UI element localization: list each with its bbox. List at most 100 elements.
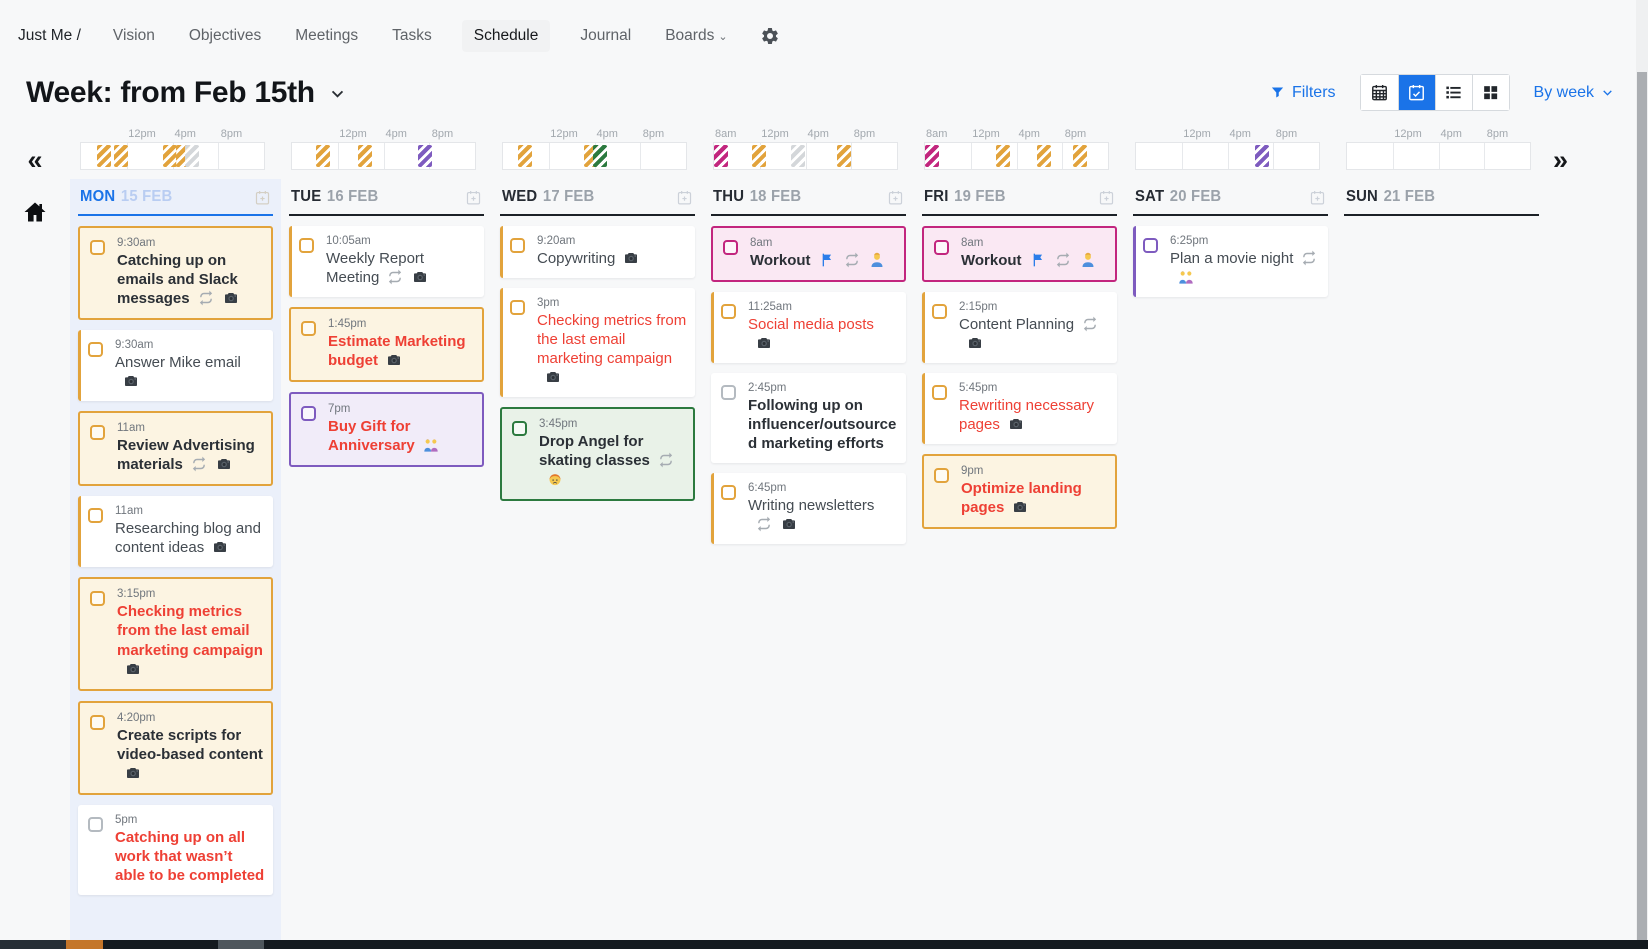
week-title-dropdown[interactable]: Week: from Feb 15th — [26, 76, 346, 110]
timeline-strip[interactable] — [80, 142, 265, 170]
task-card[interactable]: 9:30amAnswer Mike email — [78, 330, 273, 401]
previous-week-button[interactable]: « — [27, 147, 42, 174]
tick-label: 12pm — [339, 128, 367, 140]
task-card[interactable]: 5pmCatching up on all work that wasn’t a… — [78, 805, 273, 895]
vertical-scrollbar[interactable] — [1636, 0, 1648, 949]
task-card[interactable]: 3:15pmChecking metrics from the last ema… — [78, 577, 273, 690]
task-card[interactable]: 9:20amCopywriting — [500, 226, 695, 278]
task-card[interactable]: 9:30amCatching up on emails and Slack me… — [78, 226, 273, 320]
timeline-strip[interactable] — [291, 142, 476, 170]
task-card[interactable]: 11amReview Advertising materials — [78, 411, 273, 486]
task-checkbox[interactable] — [90, 715, 105, 730]
add-task-calendar-icon[interactable] — [465, 189, 482, 206]
view-button-calendar-grid[interactable] — [1361, 75, 1398, 110]
task-body: 11amReview Advertising materials — [117, 422, 263, 474]
task-checkbox[interactable] — [510, 238, 525, 253]
day-header: SAT20 FEB — [1133, 179, 1328, 216]
view-button-calendar-check[interactable] — [1398, 75, 1435, 110]
timeline-strip[interactable] — [502, 142, 687, 170]
task-card[interactable]: 11:25amSocial media posts — [711, 292, 906, 363]
day-date: 21 FEB — [1384, 188, 1436, 206]
task-body: 8amWorkout — [961, 237, 1107, 270]
task-card[interactable]: 6:25pmPlan a movie night — [1133, 226, 1328, 297]
nav-item-tasks[interactable]: Tasks — [388, 20, 436, 52]
task-checkbox[interactable] — [721, 385, 736, 400]
add-task-calendar-icon[interactable] — [254, 189, 271, 206]
nav-item-journal[interactable]: Journal — [576, 20, 635, 52]
task-title-text: Following up on influencer/outsourced ma… — [748, 397, 896, 452]
task-card[interactable]: 3:45pmDrop Angel for skating classes — [500, 407, 695, 501]
task-checkbox[interactable] — [299, 238, 314, 253]
task-card[interactable]: 1:45pmEstimate Marketing budget — [289, 307, 484, 382]
task-body: 7pmBuy Gift for Anniversary — [328, 403, 474, 455]
task-card[interactable]: 8amWorkout — [922, 226, 1117, 282]
task-checkbox[interactable] — [934, 468, 949, 483]
tick-label: 12pm — [128, 128, 156, 140]
task-checkbox[interactable] — [90, 425, 105, 440]
task-checkbox[interactable] — [90, 240, 105, 255]
task-checkbox[interactable] — [1143, 238, 1158, 253]
home-icon[interactable] — [22, 200, 48, 229]
task-checkbox[interactable] — [723, 240, 738, 255]
day-header: THU18 FEB — [711, 179, 906, 216]
task-card[interactable]: 2:15pmContent Planning — [922, 292, 1117, 363]
settings-gear-icon[interactable] — [760, 26, 780, 46]
add-task-calendar-icon[interactable] — [1309, 189, 1326, 206]
hscroll-thumb[interactable] — [218, 940, 264, 949]
task-card[interactable]: 6:45pmWriting newsletters — [711, 473, 906, 544]
view-button-grid-view[interactable] — [1472, 75, 1509, 110]
task-checkbox[interactable] — [301, 321, 316, 336]
task-checkbox[interactable] — [90, 591, 105, 606]
workspace-context[interactable]: Just Me / — [18, 27, 81, 45]
task-card[interactable]: 3pmChecking metrics from the last email … — [500, 288, 695, 397]
task-checkbox[interactable] — [512, 421, 527, 436]
nav-item-meetings[interactable]: Meetings — [291, 20, 362, 52]
task-card[interactable]: 7pmBuy Gift for Anniversary — [289, 392, 484, 467]
tick-label: 8pm — [854, 128, 875, 140]
task-checkbox[interactable] — [932, 385, 947, 400]
timeline-strip[interactable] — [924, 142, 1109, 170]
task-title-text: Content Planning — [959, 316, 1074, 333]
nav-item-boards[interactable]: Boards⌄ — [661, 20, 731, 52]
task-card[interactable]: 2:45pmFollowing up on influencer/outsour… — [711, 373, 906, 463]
timeline-strip[interactable] — [1346, 142, 1531, 170]
task-body: 9:30amAnswer Mike email — [115, 339, 265, 391]
task-checkbox[interactable] — [88, 342, 103, 357]
task-card[interactable]: 8amWorkout — [711, 226, 906, 282]
day-column-wed: 12pm4pm8pmWED17 FEB9:20amCopywriting3pmC… — [492, 125, 703, 931]
task-checkbox[interactable] — [88, 508, 103, 523]
range-selector[interactable]: By week — [1534, 84, 1614, 102]
task-checkbox[interactable] — [721, 304, 736, 319]
day-column-fri: 8am12pm4pm8pmFRI19 FEB8amWorkout2:15pmCo… — [914, 125, 1125, 931]
task-checkbox[interactable] — [301, 406, 316, 421]
task-card[interactable]: 9pmOptimize landing pages — [922, 454, 1117, 529]
view-button-list-view[interactable] — [1435, 75, 1472, 110]
filters-button[interactable]: Filters — [1270, 84, 1336, 102]
task-checkbox[interactable] — [510, 300, 525, 315]
horizontal-scrollbar[interactable] — [0, 940, 1648, 949]
task-card[interactable]: 4:20pmCreate scripts for video-based con… — [78, 701, 273, 795]
task-card[interactable]: 11amResearching blog and content ideas — [78, 496, 273, 567]
task-checkbox[interactable] — [934, 240, 949, 255]
task-checkbox[interactable] — [88, 817, 103, 832]
task-title: Checking metrics from the last email mar… — [117, 602, 263, 678]
next-week-button[interactable]: » — [1553, 147, 1568, 174]
nav-item-schedule[interactable]: Schedule — [462, 20, 551, 52]
task-checkbox[interactable] — [721, 485, 736, 500]
vertical-scrollbar-thumb[interactable] — [1637, 72, 1647, 941]
timeline-strip[interactable] — [713, 142, 898, 170]
task-card[interactable]: 10:05amWeekly Report Meeting — [289, 226, 484, 297]
add-task-calendar-icon[interactable] — [676, 189, 693, 206]
green-timeline-bar — [593, 145, 607, 167]
right-rail: » — [1547, 125, 1603, 931]
task-checkbox[interactable] — [932, 304, 947, 319]
camera-icon — [122, 373, 140, 389]
nav-item-objectives[interactable]: Objectives — [185, 20, 265, 52]
add-task-calendar-icon[interactable] — [887, 189, 904, 206]
task-title: Researching blog and content ideas — [115, 519, 265, 557]
task-title-text: Writing newsletters — [748, 497, 874, 514]
timeline-strip[interactable] — [1135, 142, 1320, 170]
add-task-calendar-icon[interactable] — [1098, 189, 1115, 206]
nav-item-vision[interactable]: Vision — [109, 20, 159, 52]
task-card[interactable]: 5:45pmRewriting necessary pages — [922, 373, 1117, 444]
